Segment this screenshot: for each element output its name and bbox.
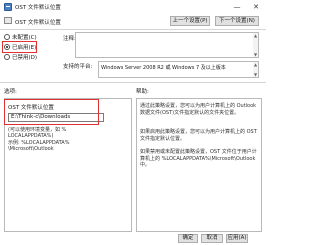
option-note: \Microsoft\Outlook xyxy=(8,146,54,152)
radio-label: 已禁用(D) xyxy=(12,55,38,61)
minimize-icon[interactable]: — xyxy=(228,0,246,14)
options-highlight-box xyxy=(4,99,99,125)
next-setting-button[interactable]: 下一个设置(N) xyxy=(215,16,259,26)
scroll-up-icon[interactable]: ▲ xyxy=(253,62,258,67)
cancel-button[interactable]: 取消 xyxy=(201,234,223,243)
help-paragraph: 如果禁用或未配置此策略设置，OST 文件位于用户计算机上的 %LOCALAPPD… xyxy=(140,149,257,168)
option-note: LOCALAPPDATA%) xyxy=(8,133,54,139)
platform-value: Windows Server 2008 R2 或 Windows 7 及以上版本 xyxy=(101,65,226,71)
section-divider xyxy=(0,82,266,83)
policy-dialog: OST 文件默认位置 — ✕ OST 文件默认位置 上一个设置(P) 下一个设置… xyxy=(0,0,266,245)
options-label: 选项: xyxy=(4,89,17,95)
radio-button[interactable] xyxy=(4,34,10,40)
setting-name: OST 文件默认位置 xyxy=(15,20,61,26)
close-icon[interactable]: ✕ xyxy=(247,0,265,14)
scroll-down-icon[interactable]: ▼ xyxy=(253,52,258,57)
help-paragraph: 通过此策略设置，您可以为用户计算机上的 Outlook 数据文件(OST)文件指… xyxy=(140,103,257,116)
radio-button[interactable] xyxy=(4,54,10,60)
title-bar: OST 文件默认位置 — ✕ xyxy=(0,0,266,14)
radio-not-configured[interactable]: 未配置(C) xyxy=(4,33,37,41)
header-divider xyxy=(0,29,266,30)
comment-label: 注释: xyxy=(63,36,76,42)
ok-button[interactable]: 确定 xyxy=(178,234,198,243)
policy-setting-icon xyxy=(4,3,12,11)
comment-textarea[interactable]: ▲ ▼ xyxy=(75,32,259,58)
platform-scrollbar[interactable]: ▲ ▼ xyxy=(253,62,258,77)
window-title: OST 文件默认位置 xyxy=(15,5,61,11)
apply-button[interactable]: 应用(A) xyxy=(226,234,248,243)
setting-icon xyxy=(4,17,12,24)
help-paragraph: 如果启用此策略设置，您可以为用户计算机上的 OST 文件指定默认位置。 xyxy=(140,129,257,142)
comment-scrollbar[interactable]: ▲ ▼ xyxy=(253,33,258,57)
previous-setting-button[interactable]: 上一个设置(P) xyxy=(170,16,210,26)
radio-label: 未配置(C) xyxy=(12,35,37,41)
help-panel: 通过此策略设置，您可以为用户计算机上的 Outlook 数据文件(OST)文件指… xyxy=(136,98,262,232)
radio-disabled[interactable]: 已禁用(D) xyxy=(4,53,37,61)
platform-box: Windows Server 2008 R2 或 Windows 7 及以上版本… xyxy=(98,61,259,78)
scroll-up-icon[interactable]: ▲ xyxy=(253,33,258,38)
platform-label: 支持的平台: xyxy=(63,64,93,70)
enabled-highlight-box xyxy=(2,41,37,53)
help-label: 帮助: xyxy=(136,89,149,95)
scroll-down-icon[interactable]: ▼ xyxy=(253,72,258,77)
